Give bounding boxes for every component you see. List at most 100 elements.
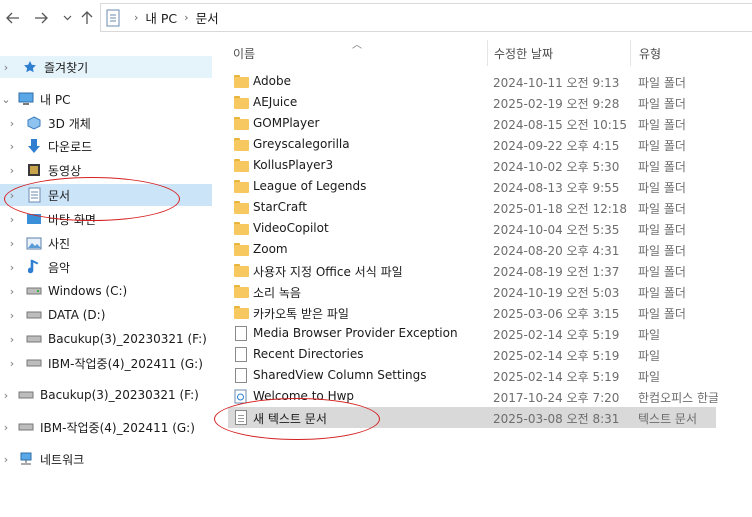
nav-item-desktop[interactable]: › 바탕 화면 (0, 208, 212, 230)
file-row[interactable]: 사용자 지정 Office 서식 파일 2024-08-19 오전 1:37 파일 … (228, 260, 716, 281)
file-type: 파일 (638, 349, 661, 363)
nav-item-favorites[interactable]: › 즐겨찾기 (0, 56, 212, 78)
chevron-right-icon[interactable]: › (6, 261, 18, 274)
nav-item-downloads[interactable]: › 다운로드 (0, 135, 212, 157)
chevron-right-icon[interactable]: › (6, 333, 18, 346)
breadcrumb-separator: › (134, 11, 139, 24)
star-icon (22, 59, 38, 75)
chevron-right-icon[interactable]: › (0, 389, 12, 402)
column-header-date[interactable]: 수정한 날짜 (494, 40, 553, 66)
file-name: 새 텍스트 문서 (253, 412, 327, 426)
file-name: AEJuice (253, 95, 298, 109)
nav-item-drive-g-root[interactable]: › IBM-작업중(4)_202411 (G:) (0, 416, 212, 438)
file-row[interactable]: Recent Directories 2025-02-14 오후 5:19 파일 (228, 344, 716, 365)
file-row[interactable]: Greyscalegorilla 2024-09-22 오후 4:15 파일 폴더 (228, 134, 716, 155)
nav-item-drive-d[interactable]: › DATA (D:) (0, 304, 212, 326)
file-row[interactable]: VideoCopilot 2024-10-04 오전 5:35 파일 폴더 (228, 218, 716, 239)
breadcrumb-separator: › (184, 11, 189, 24)
chevron-right-icon[interactable]: › (0, 61, 12, 74)
file-row[interactable]: GOMPlayer 2024-08-15 오전 10:15 파일 폴더 (228, 113, 716, 134)
forward-button[interactable] (32, 8, 50, 28)
file-date: 2025-02-14 오후 5:19 (493, 328, 620, 342)
file-date: 2025-01-18 오전 12:18 (493, 202, 628, 216)
folder-icon (234, 221, 249, 236)
file-type: 파일 폴더 (638, 76, 686, 90)
chevron-right-icon[interactable]: › (6, 237, 18, 250)
chevron-right-icon[interactable]: › (0, 453, 12, 466)
address-bar[interactable]: › 내 PC › 문서 (100, 3, 752, 32)
picture-icon (26, 235, 42, 251)
nav-item-music[interactable]: › 음악 (0, 256, 212, 278)
nav-item-drive-c[interactable]: › Windows (C:) (0, 280, 212, 302)
folder-icon (234, 200, 249, 215)
file-type: 파일 폴더 (638, 244, 686, 258)
file-date: 2024-08-20 오후 4:31 (493, 244, 620, 258)
file-row[interactable]: Adobe 2024-10-11 오전 9:13 파일 폴더 (228, 71, 716, 92)
file-row[interactable]: Zoom 2024-08-20 오후 4:31 파일 폴더 (228, 239, 716, 260)
arrow-up-icon (81, 11, 93, 24)
column-separator[interactable] (487, 40, 488, 66)
nav-item-documents[interactable]: › 문서 (0, 184, 212, 206)
file-type: 파일 폴더 (638, 118, 686, 132)
pane-divider[interactable] (213, 36, 214, 517)
file-row[interactable]: 소리 녹음 2024-10-19 오전 5:03 파일 폴더 (228, 281, 716, 302)
address-toolbar: › 내 PC › 문서 (0, 0, 752, 36)
file-name: 소리 녹음 (253, 286, 301, 300)
file-date: 2025-02-14 오후 5:19 (493, 370, 620, 384)
file-list: ︿ 이름 수정한 날짜 유형 Adobe 2024-10-11 오전 9:13 파일… (214, 36, 752, 517)
file-date: 2017-10-24 오후 7:20 (493, 391, 620, 405)
nav-item-drive-f[interactable]: › Bacukup(3)_20230321 (F:) (0, 328, 212, 350)
file-name: GOMPlayer (253, 116, 320, 130)
up-button[interactable] (78, 8, 96, 28)
drive-icon (26, 307, 42, 323)
chevron-right-icon[interactable]: › (6, 164, 18, 177)
file-row[interactable]: AEJuice 2025-02-19 오전 9:28 파일 폴더 (228, 92, 716, 113)
breadcrumb-documents[interactable]: 문서 (196, 8, 219, 27)
folder-icon (234, 116, 249, 131)
computer-icon (18, 91, 34, 107)
column-header-name[interactable]: 이름 (233, 40, 255, 66)
chevron-down-icon[interactable]: ⌄ (0, 93, 12, 106)
chevron-right-icon[interactable]: › (6, 357, 18, 370)
column-separator[interactable] (630, 40, 631, 66)
file-name: Adobe (253, 74, 291, 88)
file-type: 텍스트 문서 (638, 412, 698, 426)
folder-icon (234, 284, 249, 299)
chevron-right-icon[interactable]: › (6, 309, 18, 322)
chevron-right-icon[interactable]: › (6, 189, 18, 202)
chevron-right-icon[interactable]: › (0, 421, 12, 434)
back-button[interactable] (4, 8, 22, 28)
nav-item-3d-objects[interactable]: › 3D 개체 (0, 112, 212, 134)
file-row[interactable]: StarCraft 2025-01-18 오전 12:18 파일 폴더 (228, 197, 716, 218)
file-icon (234, 368, 249, 383)
chevron-right-icon[interactable]: › (6, 140, 18, 153)
file-row[interactable]: 카카오톡 받은 파일 2025-03-06 오후 3:15 파일 폴더 (228, 302, 716, 323)
arrow-left-icon (6, 12, 19, 24)
file-row[interactable]: League of Legends 2024-08-13 오후 9:55 파일 폴더 (228, 176, 716, 197)
file-date: 2024-09-22 오후 4:15 (493, 139, 620, 153)
nav-item-videos[interactable]: › 동영상 (0, 159, 212, 181)
file-row[interactable]: Media Browser Provider Exception 2025-02-… (228, 323, 716, 344)
drive-icon (26, 283, 42, 299)
file-date: 2024-10-11 오전 9:13 (493, 76, 620, 90)
column-header-type[interactable]: 유형 (639, 40, 661, 66)
file-row[interactable]: SharedView Column Settings 2025-02-14 오후 … (228, 365, 716, 386)
nav-item-drive-g[interactable]: › IBM-작업중(4)_202411 (G:) (0, 352, 212, 374)
desktop-icon (26, 211, 42, 227)
nav-item-network[interactable]: › 네트워크 (0, 448, 212, 470)
nav-item-drive-f-root[interactable]: › Bacukup(3)_20230321 (F:) (0, 384, 212, 406)
chevron-right-icon[interactable]: › (6, 213, 18, 226)
chevron-right-icon[interactable]: › (6, 285, 18, 298)
file-name: Recent Directories (253, 347, 364, 361)
breadcrumb-my-pc[interactable]: 내 PC (145, 8, 177, 27)
file-name: Welcome to Hwp (253, 389, 355, 403)
nav-item-my-pc[interactable]: ⌄ 내 PC (0, 88, 212, 110)
recent-locations-button[interactable] (58, 8, 76, 28)
file-row[interactable]: 새 텍스트 문서 2025-03-08 오전 8:31 텍스트 문서 (228, 407, 716, 428)
file-row[interactable]: Welcome to Hwp 2017-10-24 오후 7:20 한컴오피스 한글 (228, 386, 718, 407)
file-row[interactable]: KollusPlayer3 2024-10-02 오후 5:30 파일 폴더 (228, 155, 716, 176)
file-type: 파일 폴더 (638, 97, 686, 111)
chevron-right-icon[interactable]: › (6, 117, 18, 130)
nav-item-pictures[interactable]: › 사진 (0, 232, 212, 254)
file-name: VideoCopilot (253, 221, 329, 235)
